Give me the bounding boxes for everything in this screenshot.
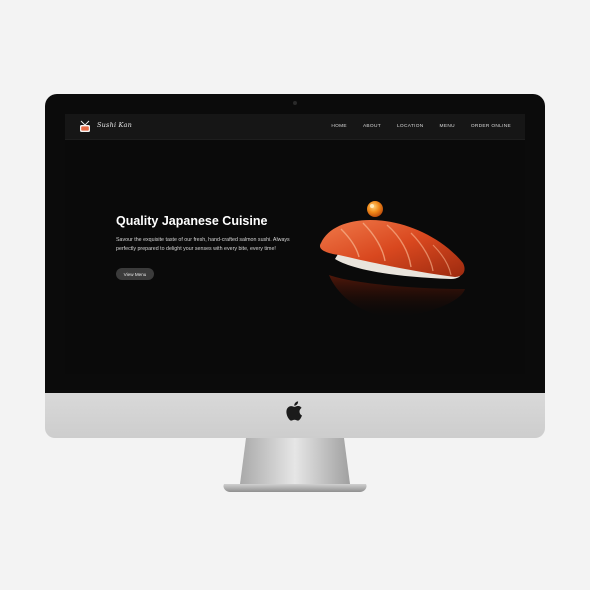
- sushi-logo-icon[interactable]: [78, 120, 92, 134]
- nav-home[interactable]: HOME: [331, 124, 347, 129]
- view-menu-button[interactable]: View Menu: [116, 268, 154, 280]
- monitor-stand: [223, 438, 367, 492]
- monitor-chin: [45, 393, 545, 438]
- nav-links: HOME ABOUT LOCATION MENU ORDER ONLINE: [331, 114, 511, 139]
- imac-monitor: Sushi Kan HOME ABOUT LOCATION MENU ORDER…: [45, 94, 545, 438]
- apple-logo-icon: [286, 401, 302, 421]
- hero-description: Savour the exquisite taste of our fresh,…: [116, 237, 290, 252]
- nav-about[interactable]: ABOUT: [363, 124, 381, 129]
- nav-order-online[interactable]: ORDER ONLINE: [471, 124, 511, 129]
- hero-title: Quality Japanese Cuisine: [116, 214, 268, 228]
- salmon-sushi-image: [319, 201, 465, 317]
- website-screen: Sushi Kan HOME ABOUT LOCATION MENU ORDER…: [65, 114, 525, 374]
- monitor-bezel: Sushi Kan HOME ABOUT LOCATION MENU ORDER…: [45, 94, 545, 393]
- navbar: Sushi Kan HOME ABOUT LOCATION MENU ORDER…: [65, 114, 525, 140]
- brand-name[interactable]: Sushi Kan: [97, 121, 132, 129]
- nav-menu[interactable]: MENU: [440, 124, 455, 129]
- camera-dot: [293, 101, 297, 105]
- nav-location[interactable]: LOCATION: [397, 124, 424, 129]
